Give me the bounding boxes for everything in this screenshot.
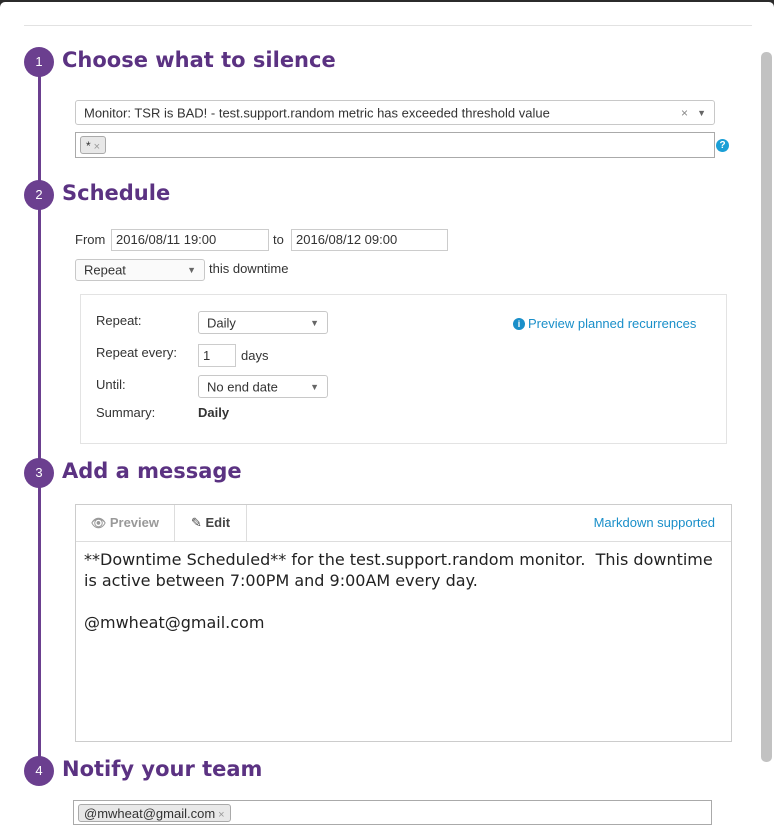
from-date-input[interactable]: 2016/08/11 19:00: [111, 229, 269, 251]
schedule-mode-select[interactable]: Repeat ▼: [75, 259, 205, 281]
preview-recurrences-link[interactable]: i Preview planned recurrences: [513, 316, 696, 331]
step-4-title: Notify your team: [62, 757, 263, 781]
remove-tag-icon[interactable]: ×: [94, 141, 100, 153]
step-2-title: Schedule: [62, 181, 171, 205]
from-label: From: [75, 232, 106, 247]
schedule-downtime-modal: 1 Choose what to silence Monitor: TSR is…: [0, 2, 774, 827]
scope-tag-input[interactable]: * ×: [75, 132, 715, 158]
step-1-title: Choose what to silence: [62, 48, 336, 72]
tab-edit[interactable]: ✎ Edit: [175, 505, 247, 541]
step-4-number: 4: [24, 756, 54, 786]
info-icon: i: [513, 318, 525, 330]
editor-tab-bar: 👁 Preview ✎ Edit Markdown supported: [76, 505, 731, 542]
schedule-mode-value: Repeat: [84, 262, 126, 278]
repeat-every-label: Repeat every:: [96, 345, 177, 360]
repeat-every-input[interactable]: 1: [198, 344, 236, 367]
until-select[interactable]: No end date ▼: [198, 375, 328, 398]
markdown-supported-link[interactable]: Markdown supported: [594, 515, 715, 530]
message-editor: 👁 Preview ✎ Edit Markdown supported **Do…: [75, 504, 732, 742]
scope-tag-chip: * ×: [80, 136, 107, 154]
summary-label: Summary:: [96, 405, 156, 420]
repeat-label: Repeat:: [96, 313, 142, 328]
message-textarea[interactable]: **Downtime Scheduled** for the test.supp…: [84, 549, 724, 633]
monitor-select[interactable]: Monitor: TSR is BAD! - test.support.rand…: [75, 100, 715, 125]
step-timeline: [38, 62, 41, 782]
step-3-title: Add a message: [62, 459, 242, 483]
until-value: No end date: [207, 379, 278, 394]
until-label: Until:: [96, 377, 126, 392]
summary-value: Daily: [198, 405, 230, 420]
remove-recipient-icon[interactable]: ×: [218, 809, 224, 821]
chevron-down-icon: ▼: [310, 381, 319, 392]
monitor-select-value: Monitor: TSR is BAD! - test.support.rand…: [84, 105, 550, 120]
step-2-number: 2: [24, 180, 54, 210]
repeat-frequency-select[interactable]: Daily ▼: [198, 311, 328, 334]
step-1-number: 1: [24, 47, 54, 77]
edit-icon: ✎: [190, 515, 202, 530]
notify-recipients-input[interactable]: @mwheat@gmail.com ×: [73, 800, 712, 825]
repeat-frequency-value: Daily: [207, 315, 236, 330]
to-date-input[interactable]: 2016/08/12 09:00: [291, 229, 448, 251]
header-divider: [24, 25, 752, 26]
chevron-down-icon: ▼: [310, 317, 319, 328]
recipient-chip: @mwheat@gmail.com ×: [78, 804, 231, 822]
chevron-down-icon: ▼: [187, 265, 196, 275]
tab-preview[interactable]: 👁 Preview: [76, 505, 175, 541]
clear-icon[interactable]: ×: [681, 106, 688, 120]
to-label: to: [273, 232, 284, 247]
scrollbar[interactable]: [761, 52, 772, 762]
eye-icon: 👁: [90, 516, 107, 530]
schedule-mode-suffix: this downtime: [209, 261, 289, 276]
chevron-down-icon[interactable]: ▼: [697, 108, 706, 118]
help-icon[interactable]: ?: [716, 139, 729, 152]
step-3-number: 3: [24, 458, 54, 488]
repeat-every-unit: days: [241, 348, 269, 363]
